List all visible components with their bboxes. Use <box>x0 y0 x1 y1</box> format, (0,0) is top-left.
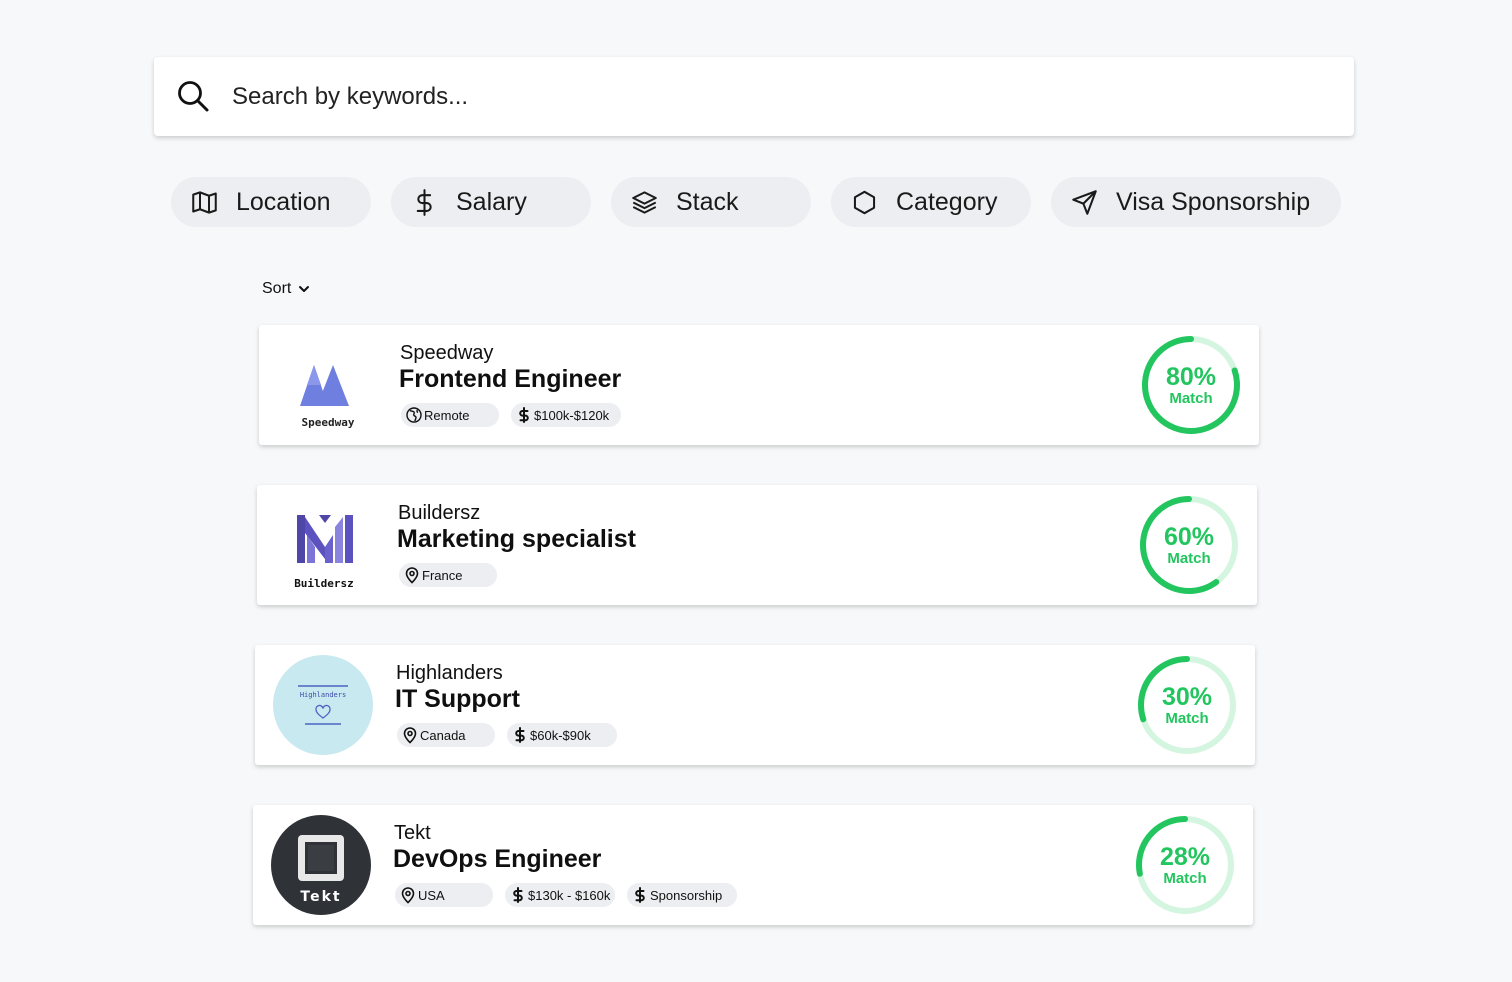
dollar-icon <box>515 727 525 743</box>
tag-label: Sponsorship <box>650 888 723 903</box>
hexagon-icon <box>853 190 876 215</box>
match-label: Match <box>1163 870 1207 887</box>
job-title: Marketing specialist <box>397 525 636 553</box>
match-gauge: 30% Match <box>1137 655 1237 755</box>
layers-icon <box>632 191 657 214</box>
tag-label: $100k-$120k <box>534 408 610 423</box>
filter-stack[interactable]: Stack <box>611 177 811 227</box>
chevron-down-icon <box>299 286 310 292</box>
tag-label: $130k - $160k <box>528 888 611 903</box>
match-label: Match <box>1167 550 1211 567</box>
sort-dropdown[interactable]: Sort <box>262 280 311 298</box>
filter-label: Salary <box>456 188 527 216</box>
job-card[interactable]: Buildersz Buildersz Marketing specialist… <box>257 485 1257 605</box>
job-tag: Remote <box>401 403 499 427</box>
job-title: IT Support <box>395 685 520 713</box>
dollar-icon <box>416 189 432 216</box>
match-label: Match <box>1169 390 1213 407</box>
job-tag: $60k-$90k <box>507 723 617 747</box>
filter-label: Stack <box>676 188 739 216</box>
company-name: Highlanders <box>396 662 503 684</box>
job-tag: Canada <box>397 723 495 747</box>
filter-label: Category <box>896 188 998 216</box>
sort-label: Sort <box>262 280 292 297</box>
job-tag: USA <box>395 883 493 907</box>
match-percent: 60% <box>1163 523 1215 551</box>
job-tag: Sponsorship <box>627 883 737 907</box>
job-card[interactable]: Highlanders Highlanders IT Support Canad… <box>255 645 1255 765</box>
job-title: Frontend Engineer <box>399 365 622 393</box>
job-tag: $130k - $160k <box>505 883 615 907</box>
job-tag: $100k-$120k <box>511 403 621 427</box>
filter-visa-sponsorship[interactable]: Visa Sponsorship <box>1051 177 1341 227</box>
company-logo: Buildersz <box>294 515 354 590</box>
dollar-icon <box>519 407 529 423</box>
match-gauge: 80% Match <box>1141 335 1241 435</box>
send-icon <box>1072 190 1097 215</box>
job-card[interactable]: Speedway Speedway Frontend Engineer Remo… <box>259 325 1259 445</box>
filter-location[interactable]: Location <box>171 177 371 227</box>
match-percent: 80% <box>1165 363 1217 391</box>
tag-label: Remote <box>424 408 470 423</box>
logo-text: Speedway <box>302 416 355 429</box>
location-pin-icon <box>405 567 419 584</box>
logo-text: Buildersz <box>294 577 354 590</box>
search-input[interactable] <box>232 75 1332 119</box>
search-bar[interactable] <box>154 57 1354 136</box>
company-logo: Highlanders <box>273 655 373 755</box>
match-percent: 30% <box>1161 683 1213 711</box>
job-tag: France <box>399 563 497 587</box>
filter-label: Location <box>236 188 331 216</box>
tag-label: Canada <box>420 728 466 743</box>
match-label: Match <box>1165 710 1209 727</box>
company-logo: Tekt <box>271 815 371 915</box>
filter-category[interactable]: Category <box>831 177 1031 227</box>
dollar-icon <box>513 887 523 903</box>
filter-label: Visa Sponsorship <box>1116 188 1311 216</box>
dollar-icon <box>635 887 645 903</box>
globe-icon <box>406 407 422 423</box>
company-name: Tekt <box>394 822 431 844</box>
tag-label: $60k-$90k <box>530 728 591 743</box>
company-name: Buildersz <box>398 502 481 524</box>
tag-label: France <box>422 568 463 583</box>
search-icon[interactable] <box>176 79 210 113</box>
company-name: Speedway <box>400 342 494 364</box>
map-icon <box>192 191 217 214</box>
logo-text: Tekt <box>300 889 341 905</box>
match-gauge: 60% Match <box>1139 495 1239 595</box>
match-gauge: 28% Match <box>1135 815 1235 915</box>
location-pin-icon <box>403 727 417 744</box>
job-card[interactable]: Tekt Tekt DevOps Engineer USA $130k - $1… <box>253 805 1253 925</box>
company-logo: Speedway <box>300 365 355 429</box>
tag-label: USA <box>418 888 445 903</box>
filter-salary[interactable]: Salary <box>391 177 591 227</box>
logo-text: Highlanders <box>300 691 346 699</box>
job-title: DevOps Engineer <box>393 845 602 873</box>
match-percent: 28% <box>1159 843 1211 871</box>
location-pin-icon <box>401 887 415 904</box>
